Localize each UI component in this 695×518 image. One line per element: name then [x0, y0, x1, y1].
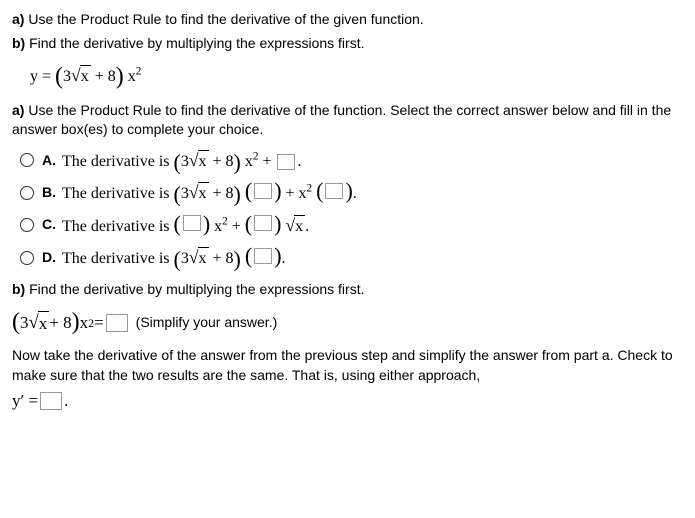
lparen-icon: ( — [316, 182, 323, 200]
txt: 3 — [181, 185, 189, 202]
txt: x — [210, 218, 222, 235]
choice-a-expr: The derivative is (3√x + 8) x2 + . — [62, 148, 301, 173]
txt: x — [38, 311, 50, 336]
yprime-label: y′ = — [12, 389, 38, 413]
txt: The derivative is — [62, 250, 174, 267]
choice-c[interactable]: C. The derivative is () x2 + () √x. — [20, 213, 683, 238]
part-b-text: Find the derivative by multiplying the e… — [25, 281, 364, 297]
txt: + x — [282, 185, 307, 202]
rparen-icon: ) — [234, 246, 241, 271]
lparen-icon: ( — [174, 149, 181, 174]
txt: x — [198, 247, 209, 270]
txt: . — [353, 185, 357, 202]
rparen-icon: ) — [72, 313, 80, 332]
choice-c-expr: The derivative is () x2 + () √x. — [62, 213, 309, 238]
txt: x — [198, 150, 209, 173]
input-partb[interactable] — [106, 314, 128, 332]
intro-a: a) Use the Product Rule to find the deri… — [12, 10, 683, 30]
txt: 2 — [307, 183, 313, 195]
rparen-icon: ) — [274, 247, 281, 265]
txt: 3 — [181, 250, 189, 267]
txt: The derivative is — [62, 185, 174, 202]
part-b-label: b) — [12, 281, 25, 297]
lparen-icon: ( — [245, 215, 252, 233]
choice-c-letter: C. — [42, 215, 56, 235]
eqn-lhs: y = — [30, 68, 55, 85]
txt: + 8 — [209, 185, 234, 202]
input-c-2[interactable] — [254, 215, 272, 231]
txt: . — [64, 389, 68, 413]
rparen-icon: ) — [234, 149, 241, 174]
eqn-radicand: x — [80, 65, 91, 88]
part-a-prompt: a) Use the Product Rule to find the deri… — [12, 101, 683, 140]
choice-d-expr: The derivative is (3√x + 8) (). — [62, 245, 286, 270]
lparen-icon: ( — [174, 246, 181, 271]
part-a-label: a) — [12, 102, 24, 118]
input-a-1[interactable] — [277, 154, 295, 170]
input-d-1[interactable] — [254, 248, 272, 264]
part-a-text: Use the Product Rule to find the derivat… — [12, 102, 671, 138]
txt: . — [305, 218, 309, 235]
radio-a[interactable] — [20, 153, 34, 167]
txt: x — [198, 182, 209, 205]
radio-b[interactable] — [20, 186, 34, 200]
final-equation: y′ = . — [12, 389, 683, 413]
eqn-rparen: ) — [116, 64, 124, 90]
intro-b-label: b) — [12, 35, 25, 51]
txt: + — [228, 218, 245, 235]
input-final[interactable] — [40, 392, 62, 410]
choice-b[interactable]: B. The derivative is (3√x + 8) () + x2 (… — [20, 180, 683, 205]
txt: x — [294, 215, 305, 238]
txt: 3 — [20, 311, 29, 335]
txt: + — [258, 153, 275, 170]
choice-b-letter: B. — [42, 183, 56, 203]
intro-b-text: Find the derivative by multiplying the e… — [25, 35, 364, 51]
choice-a-letter: A. — [42, 151, 56, 171]
radio-c[interactable] — [20, 218, 34, 232]
choice-d[interactable]: D. The derivative is (3√x + 8) (). — [20, 245, 683, 270]
txt: . — [297, 153, 301, 170]
txt: = — [94, 311, 104, 335]
input-c-1[interactable] — [183, 215, 201, 231]
choice-d-letter: D. — [42, 248, 56, 268]
lparen-icon: ( — [245, 247, 252, 265]
txt: + 8 — [49, 311, 71, 335]
final-text: Now take the derivative of the answer fr… — [12, 346, 683, 385]
lparen-icon: ( — [174, 182, 181, 207]
lparen-icon: ( — [245, 182, 252, 200]
txt: The derivative is — [62, 218, 174, 235]
radio-d[interactable] — [20, 251, 34, 265]
txt: + 8 — [209, 153, 234, 170]
eqn-lparen: ( — [55, 64, 63, 90]
txt: . — [282, 250, 286, 267]
rparen-icon: ) — [345, 182, 352, 200]
part-b-prompt: b) Find the derivative by multiplying th… — [12, 280, 683, 300]
input-b-1[interactable] — [254, 183, 272, 199]
rparen-icon: ) — [274, 182, 281, 200]
rparen-icon: ) — [234, 182, 241, 207]
main-equation: y = (3√x + 8) x2 — [30, 63, 683, 88]
choice-list: A. The derivative is (3√x + 8) x2 + . B.… — [20, 148, 683, 271]
eqn-sq: 2 — [136, 66, 142, 78]
intro-a-text: Use the Product Rule to find the derivat… — [24, 11, 423, 27]
part-b-equation: (3√x + 8) x2 = (Simplify your answer.) — [12, 310, 683, 336]
input-b-2[interactable] — [325, 183, 343, 199]
txt: x — [80, 311, 89, 335]
lparen-icon: ( — [174, 215, 181, 233]
choice-b-expr: The derivative is (3√x + 8) () + x2 (). — [62, 180, 357, 205]
simplify-hint: (Simplify your answer.) — [136, 313, 278, 333]
rparen-icon: ) — [274, 215, 281, 233]
choice-a[interactable]: A. The derivative is (3√x + 8) x2 + . — [20, 148, 683, 173]
txt: x — [241, 153, 253, 170]
intro-b: b) Find the derivative by multiplying th… — [12, 34, 683, 54]
eqn-x: x — [124, 68, 136, 85]
txt: 3 — [181, 153, 189, 170]
txt: + 8 — [209, 250, 234, 267]
eqn-coef: 3 — [63, 68, 71, 85]
lparen-icon: ( — [12, 313, 20, 332]
eqn-plus8: + 8 — [91, 68, 116, 85]
intro-a-label: a) — [12, 11, 24, 27]
choice-a-lead: The derivative is — [62, 153, 174, 170]
